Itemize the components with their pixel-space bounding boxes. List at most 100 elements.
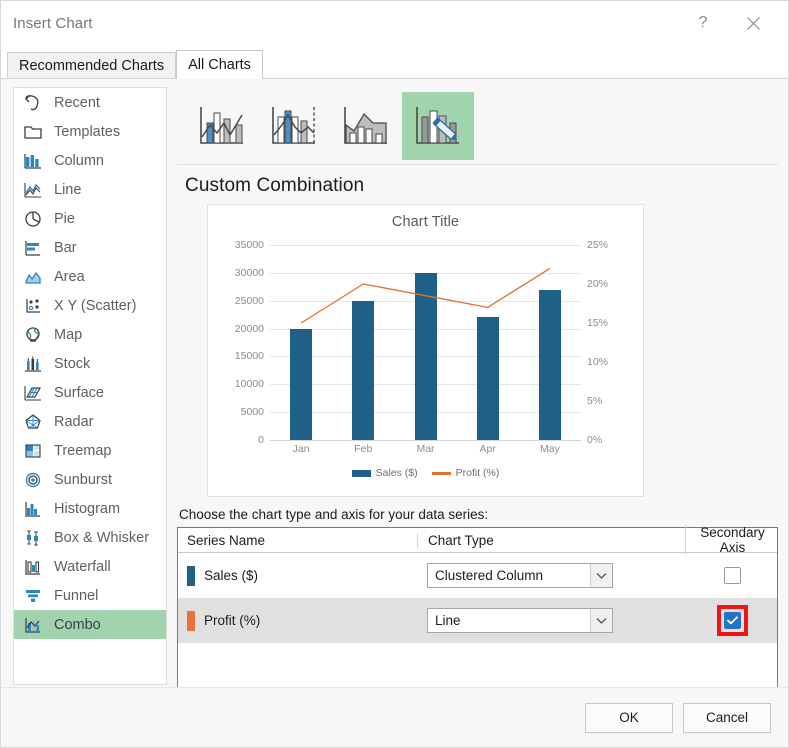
sidebar-item-treemap[interactable]: Treemap xyxy=(14,436,166,465)
preview-heading: Custom Combination xyxy=(185,175,365,196)
sidebar-item-funnel[interactable]: Funnel xyxy=(14,581,166,610)
tab-recommended-charts[interactable]: Recommended Charts xyxy=(7,52,177,79)
thumbnail-stacked-area-clustered-column[interactable] xyxy=(330,92,402,160)
sidebar-item-box-whisker[interactable]: Box & Whisker xyxy=(14,523,166,552)
sidebar-item-templates[interactable]: Templates xyxy=(14,117,166,146)
sidebar-item-label: Column xyxy=(54,152,104,169)
y2-tick-label: 15% xyxy=(587,316,609,329)
sidebar-item-histogram[interactable]: Histogram xyxy=(14,494,166,523)
secondary-axis-checkbox[interactable] xyxy=(723,612,741,629)
chart-type-cell: Line xyxy=(417,608,685,633)
header-series-name: Series Name xyxy=(187,532,266,548)
y2-tick-label: 25% xyxy=(587,238,609,251)
sidebar-item-stock[interactable]: Stock xyxy=(14,349,166,378)
ok-button[interactable]: OK xyxy=(585,702,673,733)
thumbnail-clustered-column-line[interactable] xyxy=(186,92,258,160)
tab-all-charts-label: All Charts xyxy=(188,57,251,73)
combo-icon xyxy=(22,615,44,635)
y-tick-label: 0 xyxy=(258,433,264,446)
x-tick-label: May xyxy=(539,443,560,455)
title-bar: Insert Chart ? xyxy=(1,1,788,45)
close-icon[interactable] xyxy=(730,1,776,45)
sidebar-item-surface[interactable]: Surface xyxy=(14,378,166,407)
chart-type-value: Line xyxy=(435,613,461,628)
cancel-button[interactable]: Cancel xyxy=(683,702,771,733)
cancel-button-label: Cancel xyxy=(705,710,749,725)
treemap-icon xyxy=(22,441,44,461)
series-instruction: Choose the chart type and axis for your … xyxy=(179,507,489,522)
secondary-axis-checkbox[interactable] xyxy=(723,567,741,584)
series-table-body: Sales ($) Clustered Column Profit (%) Line xyxy=(178,553,777,643)
chevron-down-icon[interactable] xyxy=(590,609,612,632)
legend-item: Sales ($) xyxy=(351,467,418,479)
chart-type-dropdown[interactable]: Line xyxy=(427,608,613,633)
radar-icon xyxy=(22,412,44,432)
sidebar-item-column[interactable]: Column xyxy=(14,146,166,175)
sidebar-item-sunburst[interactable]: Sunburst xyxy=(14,465,166,494)
sidebar-item-bar[interactable]: Bar xyxy=(14,233,166,262)
legend-bar-swatch xyxy=(351,469,371,477)
dialog-body: Recent Templates Column Line Pie Bar Area X Y (… xyxy=(1,79,788,699)
waterfall-icon xyxy=(22,557,44,577)
stock-icon xyxy=(22,354,44,374)
sidebar-item-line[interactable]: Line xyxy=(14,175,166,204)
sidebar-item-label: Sunburst xyxy=(54,471,113,488)
y-tick-label: 35000 xyxy=(234,238,264,251)
thumbnail-custom-combination[interactable] xyxy=(402,91,474,160)
series-row[interactable]: Sales ($) Clustered Column xyxy=(178,553,777,598)
y2-tick-label: 5% xyxy=(587,394,603,407)
sidebar-item-x-y-scatter[interactable]: X Y (Scatter) xyxy=(14,291,166,320)
series-color-swatch xyxy=(187,610,195,631)
line-icon xyxy=(22,180,44,200)
series-name-cell: Profit (%) xyxy=(178,610,417,631)
ok-button-label: OK xyxy=(619,710,639,725)
y-tick-label: 30000 xyxy=(234,266,264,279)
sidebar-item-pie[interactable]: Pie xyxy=(14,204,166,233)
chart-type-value: Clustered Column xyxy=(435,568,544,583)
recent-icon xyxy=(22,93,44,113)
sidebar-item-label: Combo xyxy=(54,616,101,633)
line-path xyxy=(301,268,550,323)
pie-icon xyxy=(22,209,44,229)
chart-type-cell: Clustered Column xyxy=(417,563,685,588)
bar-icon xyxy=(22,238,44,258)
plot-canvas xyxy=(270,245,581,441)
sidebar-item-label: Recent xyxy=(54,94,100,111)
map-icon xyxy=(22,325,44,345)
series-name-cell: Sales ($) xyxy=(178,565,417,586)
y-tick-label: 15000 xyxy=(234,350,264,363)
x-tick-label: Apr xyxy=(479,443,496,455)
sidebar-item-map[interactable]: Map xyxy=(14,320,166,349)
sidebar-item-combo[interactable]: Combo xyxy=(14,610,166,639)
sidebar-item-label: X Y (Scatter) xyxy=(54,297,137,314)
chart-title: Chart Title xyxy=(391,214,460,230)
sidebar-item-recent[interactable]: Recent xyxy=(14,88,166,117)
header-secondary-axis: Secondary Axis xyxy=(685,525,777,555)
chevron-down-icon[interactable] xyxy=(590,564,612,587)
line-series xyxy=(270,245,581,440)
y2-tick-label: 0% xyxy=(587,433,603,446)
secondary-y-axis: 25% 20% 15% 10% 5% 0% xyxy=(587,240,639,445)
tab-strip: Recommended Charts All Charts xyxy=(1,45,788,79)
sidebar-item-label: Radar xyxy=(54,413,94,430)
x-tick-label: Feb xyxy=(354,443,373,455)
histogram-icon xyxy=(22,499,44,519)
combo-variant-gallery[interactable] xyxy=(177,87,778,165)
header-chart-type: Chart Type xyxy=(417,532,685,548)
y2-tick-label: 20% xyxy=(587,277,609,290)
sidebar-item-radar[interactable]: Radar xyxy=(14,407,166,436)
chart-type-dropdown[interactable]: Clustered Column xyxy=(427,563,613,588)
sidebar-item-waterfall[interactable]: Waterfall xyxy=(14,552,166,581)
series-row[interactable]: Profit (%) Line xyxy=(178,598,777,643)
chart-type-list[interactable]: Recent Templates Column Line Pie Bar Area X Y (… xyxy=(13,87,167,685)
tab-all-charts[interactable]: All Charts xyxy=(176,50,263,79)
sidebar-item-area[interactable]: Area xyxy=(14,262,166,291)
y2-tick-label: 10% xyxy=(587,355,609,368)
sidebar-item-label: Area xyxy=(54,268,85,285)
sidebar-item-label: Map xyxy=(54,326,83,343)
tab-recommended-charts-label: Recommended Charts xyxy=(19,58,165,74)
help-icon[interactable]: ? xyxy=(680,1,726,45)
sunburst-icon xyxy=(22,470,44,490)
x-tick-label: Mar xyxy=(416,443,435,455)
thumbnail-clustered-column-line-on-secondary-axis[interactable] xyxy=(258,92,330,160)
